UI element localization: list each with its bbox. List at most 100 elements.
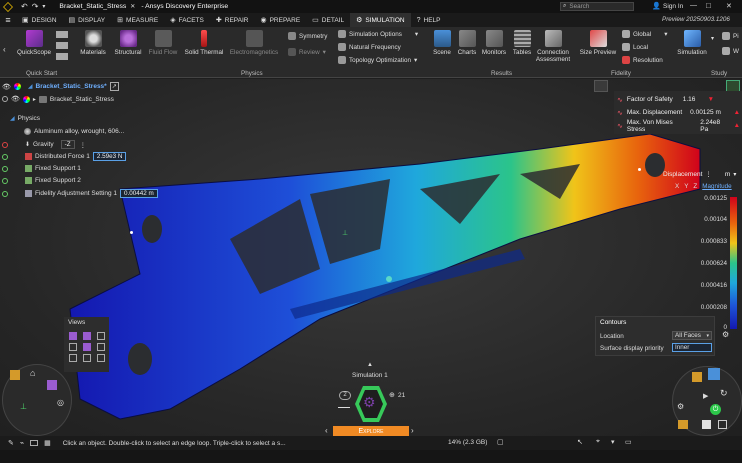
visibility-eye-icon[interactable]: 👁 bbox=[2, 83, 11, 91]
tree-support-1[interactable]: Fixed Support 1 bbox=[2, 165, 81, 172]
tree-support-2[interactable]: Fixed Support 2 bbox=[2, 177, 81, 184]
iso-cube-icon[interactable] bbox=[10, 370, 20, 380]
display-toggle-icon[interactable]: ▭ bbox=[625, 438, 632, 446]
component-magnitude[interactable]: Magnitude bbox=[702, 183, 731, 190]
resolution-button[interactable]: Resolution bbox=[622, 56, 663, 64]
tab-detail[interactable]: ▭ Detail bbox=[306, 13, 350, 27]
result-max-von-mises[interactable]: ∿ Max. Von Mises Stress 2.24e8 Pa ▲ bbox=[614, 119, 742, 133]
play-icon[interactable]: ▶ bbox=[703, 392, 708, 400]
ribbon-scroll-left-icon[interactable]: ‹ bbox=[3, 45, 6, 54]
redo-icon[interactable]: ↷ bbox=[32, 2, 39, 11]
electromagnetics-button[interactable]: Electromagnetics bbox=[228, 30, 280, 56]
suppress-circle-icon[interactable] bbox=[2, 177, 8, 184]
local-fidelity-button[interactable]: Local bbox=[622, 43, 648, 51]
simulation-name[interactable]: Simulation 1 bbox=[352, 372, 388, 379]
tables-button[interactable]: Tables bbox=[510, 30, 534, 56]
tree-material[interactable]: Aluminum alloy, wrought, 606... bbox=[24, 128, 124, 135]
component-y[interactable]: Y bbox=[684, 183, 688, 190]
view-cube-icon[interactable] bbox=[69, 332, 77, 340]
view-cube-icon[interactable] bbox=[97, 332, 105, 340]
tab-simulation[interactable]: ⚙ Simulation bbox=[350, 13, 411, 27]
box-select-icon[interactable] bbox=[30, 440, 39, 446]
gravity-direction-field[interactable]: -Z bbox=[60, 140, 75, 149]
view-cube-icon[interactable] bbox=[97, 343, 105, 351]
tree-gravity[interactable]: ⬇ Gravity -Z ⋮ bbox=[2, 140, 86, 149]
view-cube-icon[interactable] bbox=[83, 343, 91, 351]
review-button[interactable]: Review ▾ bbox=[288, 48, 326, 56]
visibility-eye-icon[interactable]: 👁 bbox=[11, 95, 20, 103]
view-cube-icon[interactable] bbox=[47, 380, 57, 390]
force-value-field[interactable]: 2.59e3 N bbox=[92, 152, 127, 161]
settings-gear-icon[interactable]: ⚙ bbox=[677, 402, 684, 411]
study-w-button[interactable]: W bbox=[722, 47, 739, 55]
natural-frequency-button[interactable]: Natural Frequency bbox=[338, 43, 401, 51]
view-cube-icon[interactable] bbox=[97, 354, 105, 362]
tree-root[interactable]: 👁 ◢ Bracket_Static_Stress* ↗ bbox=[2, 82, 119, 91]
tab-repair[interactable]: ✚ Repair bbox=[210, 13, 255, 27]
probe-point[interactable] bbox=[386, 276, 392, 282]
sim-add-icon[interactable]: ⊕ bbox=[389, 391, 395, 399]
home-view-icon[interactable]: ⌂ bbox=[30, 368, 35, 378]
suppress-circle-icon[interactable] bbox=[2, 141, 8, 148]
layer-icon[interactable] bbox=[56, 53, 68, 60]
view-cube-icon[interactable] bbox=[83, 332, 91, 340]
tab-help[interactable]: ? Help bbox=[411, 13, 447, 27]
maximize-button[interactable]: □ bbox=[706, 1, 711, 10]
expand-chevron-icon[interactable]: ◢ bbox=[28, 83, 33, 90]
suppress-circle-icon[interactable] bbox=[2, 153, 8, 160]
global-fidelity-button[interactable]: Global ▾ bbox=[622, 30, 667, 38]
close-button[interactable]: ✕ bbox=[726, 2, 732, 10]
tree-fidelity[interactable]: Fidelity Adjustment Setting 1 0.00442 m bbox=[2, 189, 158, 198]
topology-optimization-button[interactable]: Topology Optimization ▾ bbox=[338, 56, 417, 64]
select-tool-icon[interactable]: ⌁ bbox=[20, 439, 24, 447]
menu-icon[interactable]: ≡ bbox=[0, 15, 16, 25]
study-p-button[interactable]: Pi bbox=[722, 32, 739, 40]
component-z[interactable]: Z bbox=[693, 183, 697, 190]
view-cube-icon[interactable] bbox=[69, 343, 77, 351]
collapse-chevron-icon[interactable]: ▸ bbox=[33, 96, 36, 103]
sim-nav-up-icon[interactable]: ▲ bbox=[367, 362, 373, 368]
monitors-button[interactable]: Monitors bbox=[480, 30, 508, 56]
external-link-icon[interactable]: ↗ bbox=[109, 82, 119, 91]
legend-unit[interactable]: m bbox=[725, 171, 730, 178]
layer-icon[interactable] bbox=[56, 42, 68, 49]
fluid-flow-button[interactable]: Fluid Flow bbox=[146, 30, 180, 56]
structural-button[interactable]: Structural bbox=[111, 30, 145, 56]
explore-next-icon[interactable]: › bbox=[411, 426, 414, 435]
reset-view-icon[interactable]: ↻ bbox=[720, 388, 728, 399]
symmetry-button[interactable]: Symmetry bbox=[288, 32, 327, 40]
qat-dropdown-icon[interactable]: ▾ bbox=[42, 3, 45, 10]
charts-button[interactable]: Charts bbox=[455, 30, 479, 56]
more-options-icon[interactable]: ⋮ bbox=[80, 141, 87, 149]
search-input[interactable]: ⌕ Search bbox=[560, 2, 634, 11]
tree-body[interactable]: 👁 ▸ Bracket_Static_Stress bbox=[2, 95, 114, 103]
simulation-options-button[interactable]: Simulation Options ▾ bbox=[338, 30, 418, 38]
view-cube-icon[interactable] bbox=[83, 354, 91, 362]
view-cube-icon[interactable] bbox=[69, 354, 77, 362]
tree-force[interactable]: Distributed Force 1 2.59e3 N bbox=[2, 152, 127, 161]
pointer-icon[interactable]: ↖ bbox=[577, 438, 583, 446]
view-dropdown-icon[interactable]: ▾ bbox=[611, 438, 615, 446]
quickscope-button[interactable]: QuickScope bbox=[16, 30, 52, 56]
results-toggle-button[interactable] bbox=[594, 80, 608, 92]
explore-prev-icon[interactable]: ‹ bbox=[325, 426, 328, 435]
view-cube-icon[interactable] bbox=[708, 368, 720, 380]
zoom-fit-icon[interactable]: ◎ bbox=[57, 398, 64, 407]
fidelity-value-field[interactable]: 0.00442 m bbox=[120, 189, 158, 198]
sim-left-count[interactable]: 2 bbox=[339, 391, 351, 400]
size-preview-button[interactable]: Size Preview bbox=[578, 30, 618, 56]
document-close-icon[interactable]: ✕ bbox=[130, 3, 135, 10]
materials-button[interactable]: Materials bbox=[78, 30, 108, 56]
sign-in-link[interactable]: Sign In bbox=[663, 3, 683, 10]
suppress-circle-icon[interactable] bbox=[2, 165, 8, 172]
power-button-icon[interactable]: ⏻ bbox=[710, 404, 721, 415]
sketch-tool-icon[interactable]: ✎ bbox=[8, 439, 14, 447]
tab-design[interactable]: ▣ Design bbox=[16, 13, 63, 27]
suppress-circle-icon[interactable] bbox=[2, 190, 8, 197]
result-factor-of-safety[interactable]: ∿ Factor of Safety 1.16 ▼ bbox=[614, 93, 742, 106]
snap-icon[interactable]: ⌖ bbox=[596, 438, 600, 446]
export-icon[interactable] bbox=[702, 420, 711, 429]
location-select[interactable]: All Faces ▾ bbox=[672, 331, 712, 340]
paint-tool-icon[interactable]: ▦ bbox=[44, 439, 51, 447]
scene-button[interactable]: Scene bbox=[430, 30, 454, 56]
